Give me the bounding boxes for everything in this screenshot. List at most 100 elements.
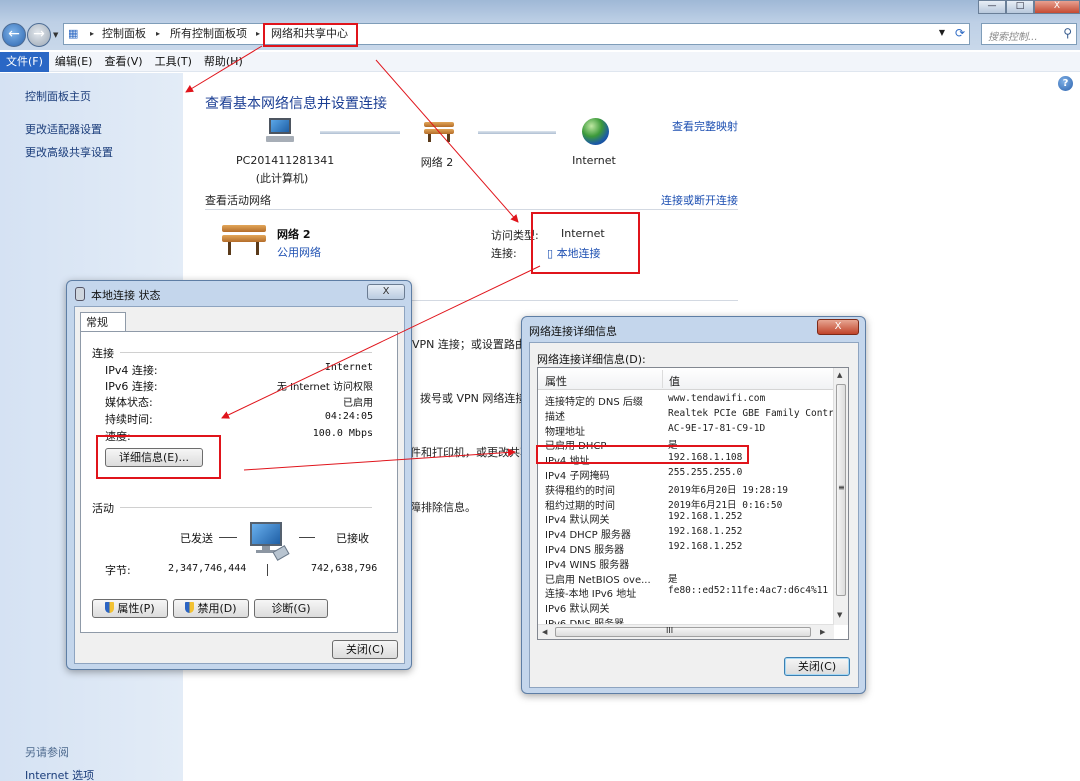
search-icon[interactable]: ⚲ — [1063, 26, 1072, 40]
details-row-property: 已启用 NetBIOS ove... — [545, 574, 651, 586]
menu-view[interactable]: 查看(V) — [98, 52, 148, 72]
details-row[interactable]: 连接特定的 DNS 后缀 www.tendawifi.com — [538, 392, 834, 408]
duration-label: 持续时间: — [105, 413, 153, 426]
scroll-up-arrow-icon[interactable]: ▲ — [837, 371, 842, 379]
recent-pages-dropdown-icon[interactable]: ▼ — [53, 31, 58, 39]
details-row[interactable]: 描述 Realtek PCIe GBE Family Controller — [538, 407, 848, 423]
forward-button[interactable]: → — [27, 23, 51, 47]
ipv4-connectivity-label: IPv4 连接: — [105, 364, 158, 377]
change-sharing-settings-link[interactable]: 更改高级共享设置 — [25, 144, 113, 160]
menu-file[interactable]: 文件(F) — [0, 52, 49, 72]
ipv6-connectivity-label: IPv6 连接: — [105, 380, 158, 393]
details-row-property: IPv4 DHCP 服务器 — [545, 530, 631, 542]
close-window-button[interactable]: X — [1034, 0, 1080, 14]
menu-edit[interactable]: 编辑(E) — [49, 52, 99, 72]
group-divider — [120, 352, 372, 353]
media-state-label: 媒体状态: — [105, 396, 153, 409]
vpn-setup-text: VPN 连接；或设置路由 — [412, 338, 526, 351]
highlight-details-button — [96, 435, 221, 479]
status-close-button[interactable]: 关闭(C) — [332, 640, 398, 659]
connect-disconnect-link[interactable]: 连接或断开连接 — [661, 192, 738, 208]
address-dropdown-icon[interactable]: ▼ — [939, 28, 945, 37]
minimize-button[interactable]: — — [978, 0, 1006, 14]
bytes-received-value: 742,638,796 — [311, 563, 378, 574]
disable-button[interactable]: 禁用(D) — [173, 599, 249, 618]
details-row[interactable]: 获得租约的时间 2019年6月20日 19:28:19 — [538, 481, 834, 497]
details-row-property: 租约过期的时间 — [545, 500, 615, 512]
computer-sub-label: (此计算机) — [255, 172, 309, 185]
scroll-right-arrow-icon[interactable]: ▶ — [820, 628, 825, 636]
network-node-label: 网络 2 — [420, 156, 454, 169]
connection-label: 连接: — [491, 247, 517, 260]
details-row-value: AC-9E-17-81-C9-1D — [668, 422, 766, 434]
change-adapter-settings-link[interactable]: 更改适配器设置 — [25, 121, 102, 137]
details-row-value: 192.168.1.252 — [668, 526, 743, 538]
breadcrumb-separator[interactable]: ▸ — [156, 27, 160, 41]
diagnose-button[interactable]: 诊断(G) — [254, 599, 328, 618]
details-row[interactable]: 租约过期的时间 2019年6月21日 0:16:50 — [538, 496, 834, 512]
breadcrumb-separator[interactable]: ▸ — [256, 27, 260, 41]
back-button[interactable]: ← — [2, 23, 26, 47]
scroll-left-arrow-icon[interactable]: ◀ — [542, 628, 547, 636]
close-x-button[interactable]: X — [367, 284, 405, 300]
disable-button-label[interactable]: 禁用(D) — [197, 602, 236, 615]
bytes-label: 字节: — [105, 564, 131, 577]
details-row-property: IPv4 WINS 服务器 — [545, 559, 630, 571]
tab-general[interactable]: 常规 — [80, 312, 126, 332]
details-row-property: IPv4 DNS 服务器 — [545, 545, 625, 556]
network-bench-icon — [222, 222, 266, 256]
window-controls: — □ X — [978, 0, 1080, 14]
properties-button[interactable]: 属性(P) — [92, 599, 168, 618]
breadcrumb-separator[interactable]: ▸ — [90, 27, 94, 41]
details-row[interactable]: IPv4 WINS 服务器 — [538, 555, 834, 571]
search-placeholder[interactable]: 搜索控制... — [988, 28, 1038, 43]
adapter-icon — [75, 287, 85, 301]
internet-globe-icon — [582, 118, 609, 145]
column-header-property[interactable]: 属性 — [545, 373, 567, 389]
details-row-property: IPv4 子网掩码 — [545, 471, 610, 482]
details-row[interactable]: 已启用 NetBIOS ove... 是 — [538, 570, 834, 586]
breadcrumb-all-items[interactable]: 所有控制面板项 — [170, 27, 247, 41]
uac-shield-icon — [105, 602, 115, 613]
details-row[interactable]: 物理地址 AC-9E-17-81-C9-1D — [538, 422, 834, 438]
details-row[interactable]: 连接-本地 IPv6 地址 fe80::ed52:11fe:4ac7:d6c4%1… — [538, 584, 834, 600]
vertical-scrollbar[interactable]: ▲ ≡ ▼ — [833, 368, 848, 625]
vertical-scroll-thumb[interactable]: ≡ — [836, 384, 846, 596]
title-bar: — □ X ← → ▼ ▦ ▸ 控制面板 ▸ 所有控制面板项 ▸ 网络和共享中心… — [0, 0, 1080, 50]
details-row-value: 192.168.1.252 — [668, 541, 743, 552]
details-row[interactable]: IPv6 默认网关 — [538, 599, 834, 615]
menu-tools[interactable]: 工具(T) — [149, 52, 198, 72]
details-row[interactable]: IPv4 默认网关 192.168.1.252 — [538, 510, 834, 526]
details-row[interactable]: IPv4 DNS 服务器 192.168.1.252 — [538, 540, 834, 556]
ipv4-connectivity-value: Internet — [324, 362, 373, 373]
internet-options-link[interactable]: Internet 选项 — [25, 767, 94, 781]
sent-dash — [219, 537, 237, 538]
maximize-button[interactable]: □ — [1006, 0, 1034, 14]
network-type-link[interactable]: 公用网络 — [277, 244, 321, 260]
control-panel-home-link[interactable]: 控制面板主页 — [25, 88, 91, 104]
scroll-down-arrow-icon[interactable]: ▼ — [837, 611, 842, 619]
details-close-x-button[interactable]: X — [817, 319, 859, 335]
details-list-header: 属性 值 — [538, 368, 834, 390]
media-state-value: 已启用 — [343, 398, 373, 409]
details-row[interactable]: IPv4 DHCP 服务器 192.168.1.252 — [538, 525, 834, 542]
uac-shield-icon — [185, 602, 195, 613]
address-bar[interactable]: ▦ ▸ 控制面板 ▸ 所有控制面板项 ▸ 网络和共享中心 ▼ ⟳ — [63, 23, 970, 45]
column-header-value[interactable]: 值 — [669, 373, 680, 389]
menu-help[interactable]: 帮助(H) — [198, 52, 249, 72]
details-close-button[interactable]: 关闭(C) — [784, 657, 850, 676]
details-row[interactable]: IPv4 子网掩码 255.255.255.0 — [538, 466, 834, 482]
control-panel-icon: ▦ — [68, 27, 79, 40]
duration-value: 04:24:05 — [324, 411, 373, 422]
properties-button-label[interactable]: 属性(P) — [117, 602, 154, 615]
search-box[interactable]: 搜索控制... ⚲ — [981, 23, 1077, 45]
breadcrumb-control-panel[interactable]: 控制面板 — [102, 27, 146, 41]
details-list[interactable]: 属性 值 连接特定的 DNS 后缀 www.tendawifi.com 描述 Real… — [537, 367, 849, 640]
active-networks-heading: 查看活动网络 — [205, 194, 271, 207]
horizontal-scroll-thumb[interactable]: III — [555, 626, 811, 637]
view-full-map-link[interactable]: 查看完整映射 — [672, 118, 738, 134]
help-icon[interactable]: ? — [1058, 76, 1073, 91]
page-title: 查看基本网络信息并设置连接 — [205, 96, 387, 112]
refresh-icon[interactable]: ⟳ — [955, 26, 965, 40]
horizontal-scrollbar[interactable]: ◀ III ▶ — [538, 624, 834, 639]
